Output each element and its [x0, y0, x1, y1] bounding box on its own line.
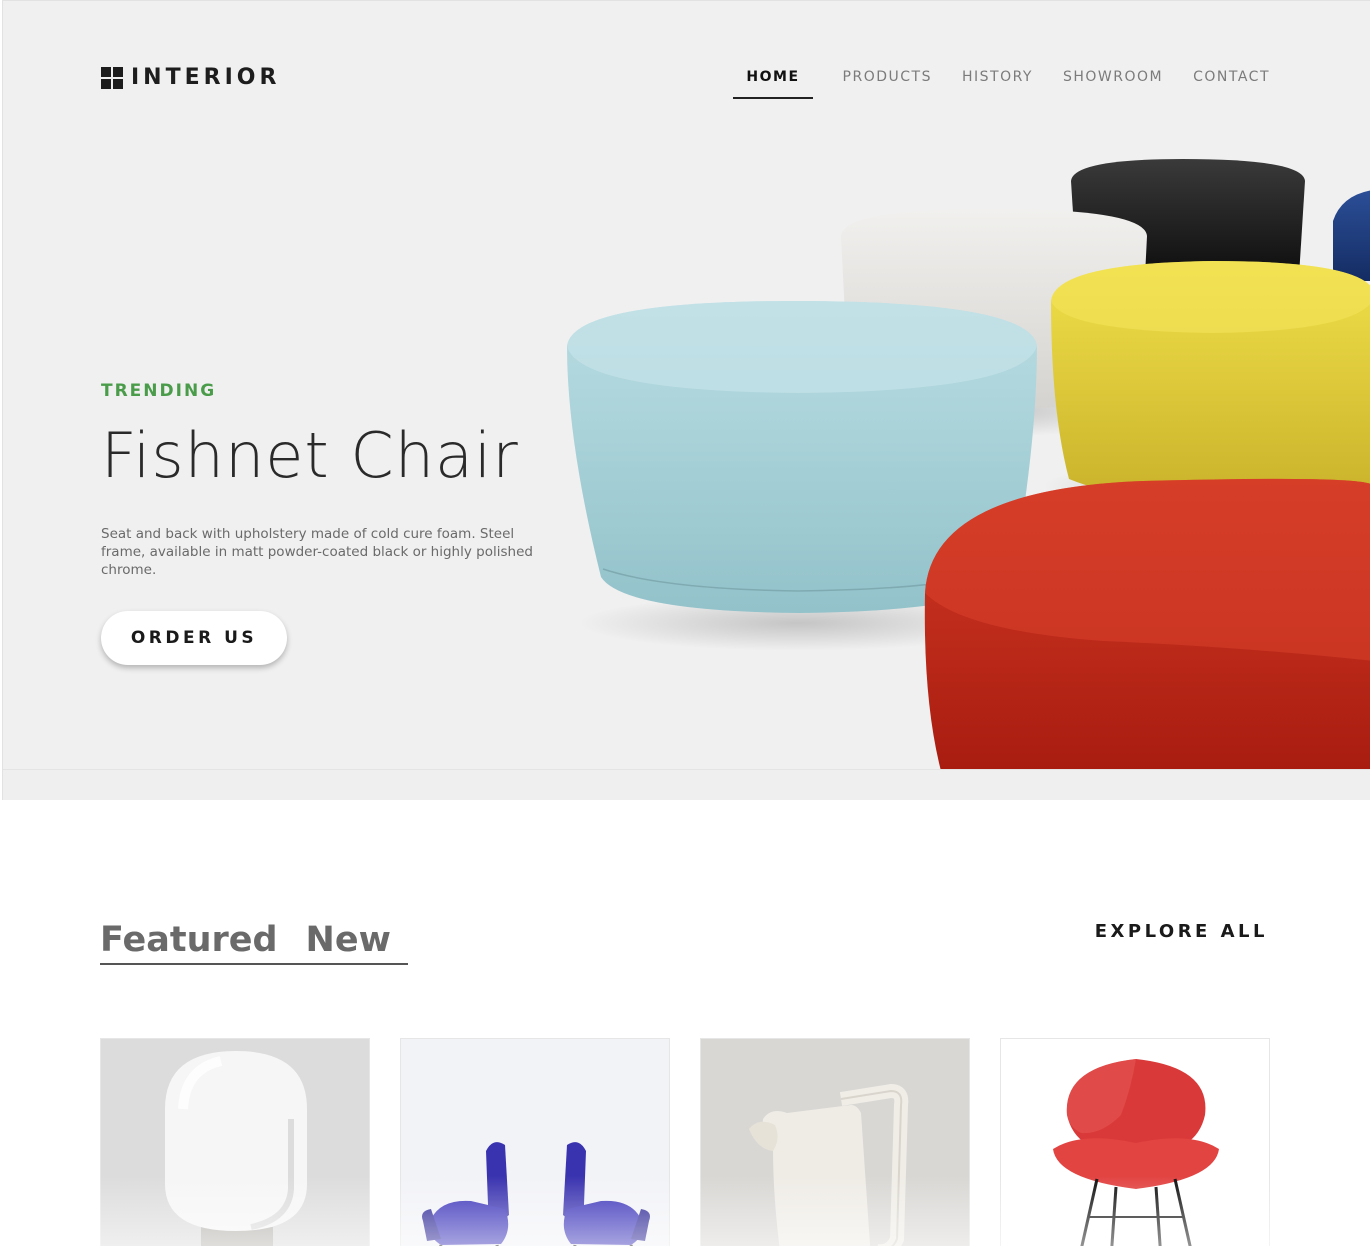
product-card[interactable] [1000, 1038, 1270, 1246]
hero-eyebrow: TRENDING [101, 381, 217, 401]
hero-bottom-strip [3, 769, 1370, 800]
hero-title: Fishnet Chair [101, 419, 519, 492]
main-nav: HOME PRODUCTS HISTORY SHOWROOM CONTACT [733, 67, 1270, 99]
order-us-button[interactable]: ORDER US [101, 611, 287, 665]
tab-new[interactable]: New [306, 920, 391, 960]
blue-armchairs-pair-image [401, 1039, 669, 1246]
nav-item-showroom[interactable]: SHOWROOM [1063, 67, 1163, 99]
product-card[interactable] [700, 1038, 970, 1246]
red-shell-chair-image [1001, 1039, 1269, 1246]
brand-logo[interactable]: INTERIOR [101, 65, 280, 90]
nav-item-history[interactable]: HISTORY [962, 67, 1033, 99]
featured-tabs-underline [100, 963, 408, 965]
nav-item-products[interactable]: PRODUCTS [843, 67, 932, 99]
hero-description: Seat and back with upholstery made of co… [101, 526, 533, 578]
hero-section: INTERIOR HOME PRODUCTS HISTORY SHOWROOM … [2, 0, 1370, 800]
four-squares-icon [101, 66, 123, 89]
nav-item-home[interactable]: HOME [733, 67, 813, 99]
product-grid [100, 1038, 1270, 1246]
nav-item-contact[interactable]: CONTACT [1193, 67, 1270, 99]
brand-name: INTERIOR [131, 65, 281, 90]
product-card[interactable] [100, 1038, 370, 1246]
featured-tabs: Featured New [100, 920, 419, 960]
tab-featured[interactable]: Featured [100, 920, 278, 960]
explore-all-link[interactable]: EXPLORE ALL [1095, 921, 1268, 942]
hero-pouf-image [567, 159, 1370, 771]
white-ceramic-pitcher-image [701, 1039, 969, 1246]
product-card[interactable] [400, 1038, 670, 1246]
white-egg-lamp-image [101, 1039, 369, 1246]
